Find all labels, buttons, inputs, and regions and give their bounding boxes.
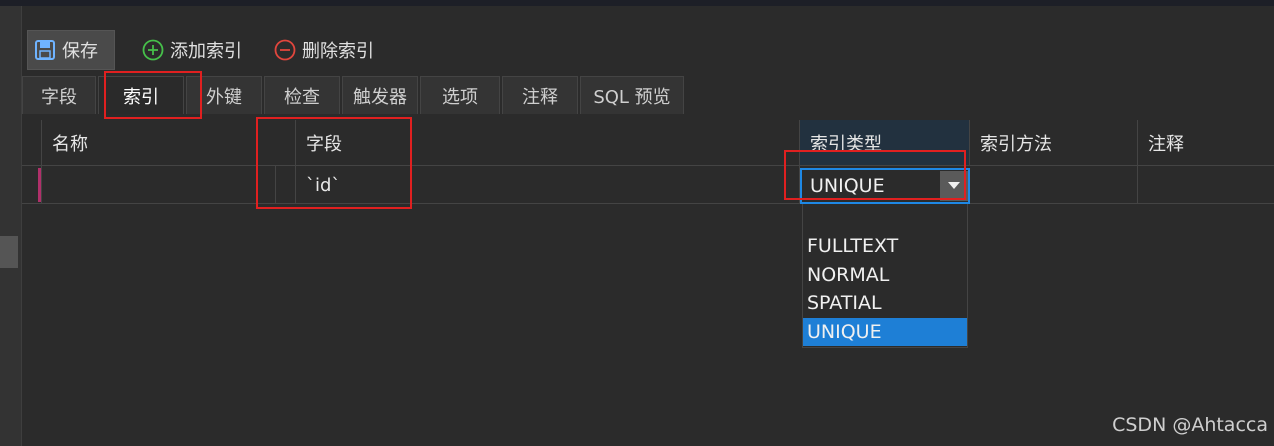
column-header-comment[interactable]: 注释 xyxy=(1138,120,1274,166)
tab-checks[interactable]: 检查 xyxy=(264,76,340,114)
index-type-combobox[interactable]: UNIQUE xyxy=(800,168,970,204)
row-header-corner xyxy=(22,120,42,166)
dropdown-option-fulltext[interactable]: FULLTEXT xyxy=(803,232,967,260)
delete-index-label: 删除索引 xyxy=(302,41,374,62)
tab-options[interactable]: 选项 xyxy=(420,76,500,114)
add-index-label: 添加索引 xyxy=(170,41,242,62)
row-indicator[interactable] xyxy=(22,166,42,204)
dropdown-option-normal[interactable]: NORMAL xyxy=(803,261,967,289)
index-type-dropdown-list: FULLTEXT NORMAL SPATIAL UNIQUE xyxy=(802,204,968,348)
dropdown-option-empty[interactable] xyxy=(803,204,967,232)
chevron-down-icon xyxy=(948,182,960,189)
dropdown-option-unique[interactable]: UNIQUE xyxy=(803,318,967,346)
index-method-cell[interactable] xyxy=(970,166,1138,204)
field-cell[interactable]: `id` xyxy=(296,166,800,204)
delete-index-button[interactable]: 删除索引 xyxy=(274,30,374,70)
column-header-index-type[interactable]: 索引类型 xyxy=(800,120,970,166)
tab-comments[interactable]: 注释 xyxy=(502,76,578,114)
add-index-button[interactable]: 添加索引 xyxy=(142,30,242,70)
table-row[interactable]: `id` xyxy=(22,166,1274,204)
name-cell-edge xyxy=(276,166,296,204)
plus-circle-icon xyxy=(142,39,164,61)
comment-cell[interactable] xyxy=(1138,166,1274,204)
minus-circle-icon xyxy=(274,39,296,61)
column-header-index-method[interactable]: 索引方法 xyxy=(970,120,1138,166)
save-button[interactable]: 保存 xyxy=(27,30,115,70)
column-header-field[interactable]: 字段 xyxy=(296,120,800,166)
window-top-strip xyxy=(0,0,1274,6)
watermark-text: CSDN @Ahtacca xyxy=(1112,414,1268,436)
tab-fields[interactable]: 字段 xyxy=(22,76,96,114)
tab-bar: 字段 索引 外键 检查 触发器 选项 注释 SQL 预览 xyxy=(22,76,686,116)
toolbar: 保存 添加索引 删除索引 xyxy=(22,26,1274,70)
dropdown-arrow-button[interactable] xyxy=(940,171,968,201)
tab-indexes[interactable]: 索引 xyxy=(98,76,184,114)
index-type-value[interactable]: UNIQUE xyxy=(802,175,940,197)
left-side-panel xyxy=(0,6,22,446)
floppy-disk-icon xyxy=(35,40,55,60)
save-label: 保存 xyxy=(62,41,98,62)
dropdown-option-spatial[interactable]: SPATIAL xyxy=(803,289,967,317)
index-grid: 名称 字段 索引类型 索引方法 注释 `id` UNIQUE FULLTEXT … xyxy=(22,120,1274,446)
tab-sql-preview[interactable]: SQL 预览 xyxy=(580,76,684,114)
tab-foreign-keys[interactable]: 外键 xyxy=(186,76,262,114)
scrollbar-thumb[interactable] xyxy=(0,236,18,268)
tab-triggers[interactable]: 触发器 xyxy=(342,76,418,114)
name-cell[interactable] xyxy=(42,166,276,204)
column-header-name[interactable]: 名称 xyxy=(42,120,296,166)
